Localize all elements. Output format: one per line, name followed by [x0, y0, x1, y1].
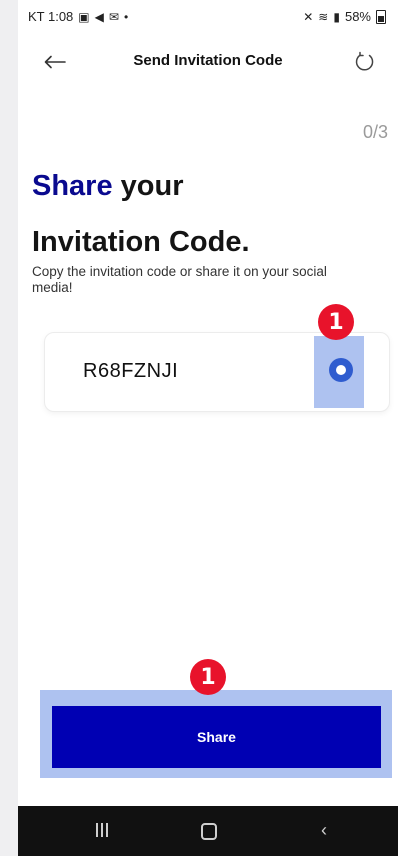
chevron-left-icon: ‹ [321, 820, 327, 840]
step-badge-copy: 1 [318, 304, 354, 340]
page-title: Send Invitation Code [133, 52, 283, 69]
mute-icon: ✕ [303, 9, 314, 24]
battery-percent: 58% [344, 9, 371, 24]
battery-icon [376, 9, 386, 24]
header: Send Invitation Code [18, 38, 398, 86]
main-heading: Share your Invitation Code. [32, 158, 372, 270]
status-left: KT 1:08 ▣ ◀ ✉ • [28, 9, 128, 24]
invitation-code: R68FZNJI [83, 360, 179, 382]
dot-notification-icon: • [123, 9, 129, 24]
step-progress: 0/3 [362, 122, 388, 142]
heading-line-2: Invitation Code. [32, 226, 250, 258]
subtitle: Copy the invitation code or share it on … [32, 264, 327, 295]
gallery-notification-icon: ▣ [78, 9, 90, 24]
refresh-button[interactable] [350, 48, 380, 76]
share-button[interactable]: Share [52, 706, 381, 768]
refresh-icon [355, 51, 374, 71]
status-time: KT 1:08 [28, 9, 74, 24]
heading-line1-rest: your [112, 170, 184, 202]
phone-screen: KT 1:08 ▣ ◀ ✉ • ✕ ≋ ▮ 58% Send Invitatio… [18, 0, 398, 856]
recent-apps-button[interactable] [96, 823, 108, 837]
status-bar: KT 1:08 ▣ ◀ ✉ • ✕ ≋ ▮ 58% [18, 0, 398, 34]
copy-icon [336, 365, 346, 375]
signal-icon: ▮ [333, 9, 340, 24]
send-notification-icon: ◀ [94, 9, 104, 24]
nav-back-button[interactable]: ‹ [321, 820, 327, 841]
heading-line-1: Share your [32, 158, 372, 214]
heading-accent: Share [32, 170, 113, 202]
copy-code-button[interactable] [329, 358, 353, 382]
status-right: ✕ ≋ ▮ 58% [303, 9, 386, 24]
mail-notification-icon: ✉ [108, 9, 119, 24]
step-badge-share: 1 [190, 659, 226, 695]
home-button[interactable] [201, 823, 217, 840]
wifi-icon: ≋ [318, 9, 329, 24]
system-nav-bar: ‹ [18, 806, 398, 856]
